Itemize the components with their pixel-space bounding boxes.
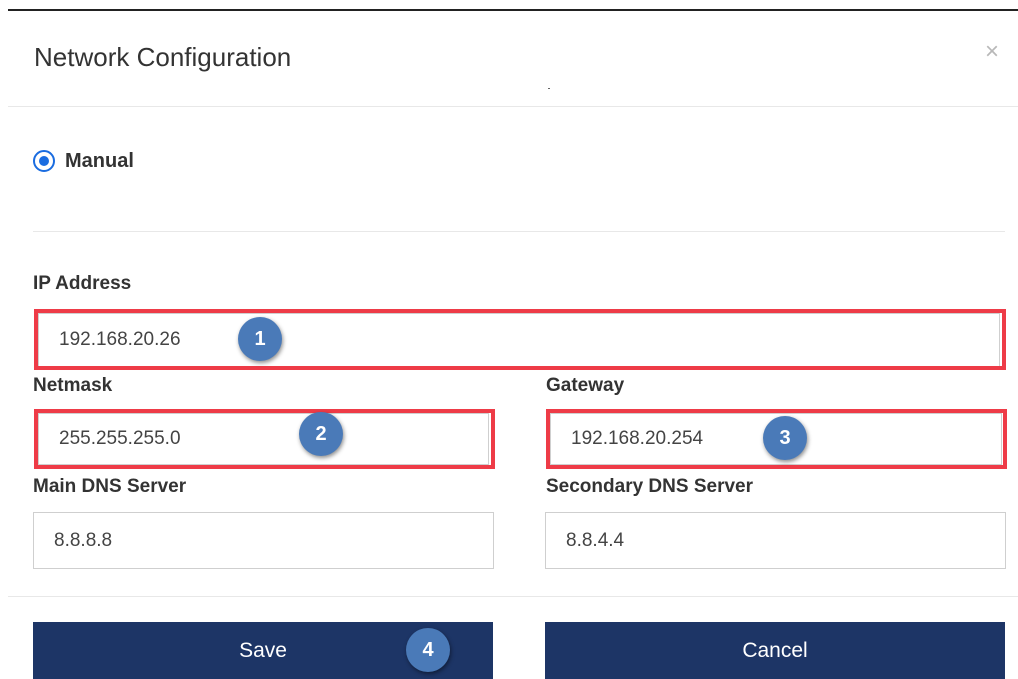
main-dns-input[interactable]: 8.8.8.8	[33, 512, 494, 569]
top-border	[8, 9, 1018, 11]
radio-selected-icon[interactable]	[33, 150, 55, 172]
cancel-button[interactable]: Cancel	[545, 622, 1005, 679]
netmask-label: Netmask	[33, 375, 113, 396]
footer-divider	[8, 596, 1018, 597]
dialog-title: Network Configuration	[34, 42, 292, 72]
secondary-dns-input[interactable]: 8.8.4.4	[545, 512, 1006, 569]
step-badge-4: 4	[406, 628, 450, 672]
ip-address-input[interactable]: 192.168.20.26	[38, 313, 1000, 367]
secondary-dns-label: Secondary DNS Server	[546, 476, 753, 497]
gateway-label: Gateway	[546, 375, 625, 396]
netmask-input[interactable]: 255.255.255.0	[38, 413, 489, 465]
step-badge-2: 2	[299, 412, 343, 456]
header-divider	[8, 106, 1018, 107]
close-icon[interactable]: ×	[985, 40, 999, 64]
manual-radio-label: Manual	[65, 149, 134, 172]
step-badge-3: 3	[763, 416, 807, 460]
ip-address-label: IP Address	[33, 273, 132, 294]
mode-divider	[33, 231, 1005, 232]
stray-dot	[548, 88, 550, 89]
main-dns-label: Main DNS Server	[33, 476, 187, 497]
step-badge-1: 1	[238, 317, 282, 361]
manual-radio-option[interactable]: Manual	[33, 149, 134, 173]
